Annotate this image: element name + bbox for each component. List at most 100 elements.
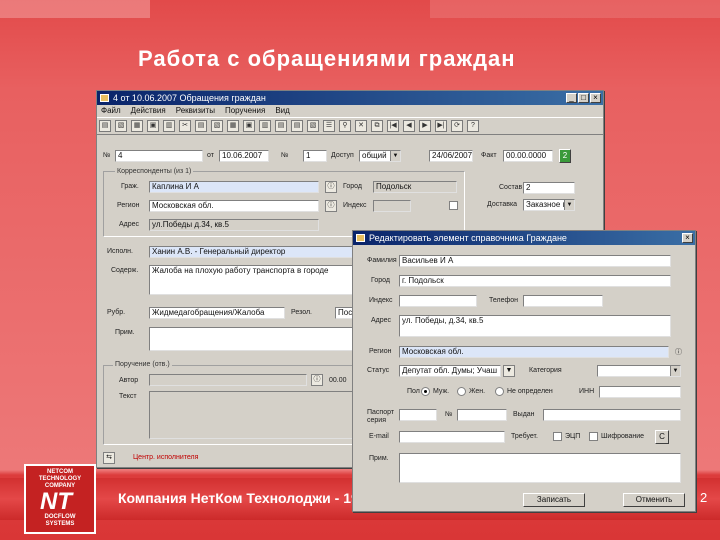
city-field[interactable]: Подольск (373, 181, 457, 193)
emp-field[interactable]: 1 (303, 150, 327, 162)
access-select[interactable]: общий ▼ (359, 150, 401, 162)
cut-icon[interactable]: ✂ (179, 120, 191, 132)
cancel-button[interactable]: Отменить (623, 493, 685, 507)
logo-top-text: NETCOM TECHNOLOGY COMPANY (38, 469, 82, 489)
dlg-category-select[interactable]: ▼ (597, 365, 681, 377)
slide-title: Работа с обращениями граждан (138, 46, 516, 71)
num-field[interactable]: 4 (115, 150, 203, 162)
print-icon[interactable]: ▦ (227, 120, 239, 132)
menu-file[interactable]: Файл (101, 106, 121, 115)
chevron-down-icon[interactable]: ▼ (564, 200, 574, 210)
chevron-down-icon[interactable]: ▼ (670, 366, 680, 376)
male-radio[interactable] (421, 387, 430, 396)
new-icon[interactable]: ▤ (99, 120, 111, 132)
attach-icon[interactable]: ▧ (211, 120, 223, 132)
dlg-note-field[interactable] (399, 453, 681, 483)
author-field[interactable] (149, 374, 307, 386)
card-icon[interactable]: ▤ (291, 120, 303, 132)
date2-field[interactable]: 24/06/2007 (429, 150, 473, 162)
chevron-down-icon[interactable]: ▼ (390, 151, 400, 161)
dlg-issued-field[interactable] (543, 409, 681, 421)
dlg-region-field[interactable]: Московская обл. (399, 346, 669, 358)
last-icon[interactable]: ▶| (435, 120, 447, 132)
dlg-index-field[interactable] (399, 295, 477, 307)
close-button[interactable]: × (590, 93, 601, 103)
info-icon[interactable]: ⓘ (325, 200, 337, 212)
dlg-surname-field[interactable]: Васильев И А (399, 255, 671, 267)
res-label: Резол. (291, 309, 312, 316)
dlg-city-field[interactable]: г. Подольск (399, 275, 671, 287)
preview-icon[interactable]: ▣ (243, 120, 255, 132)
info-icon[interactable]: ⓘ (311, 374, 323, 386)
menu-actions[interactable]: Действия (131, 106, 166, 115)
dlg-passport-series[interactable] (399, 409, 437, 421)
maximize-button[interactable]: □ (578, 93, 589, 103)
status-icon[interactable]: ⇆ (103, 452, 115, 464)
next-icon[interactable]: ▶ (419, 120, 431, 132)
encrypt-checkbox[interactable] (589, 432, 598, 441)
paste-icon[interactable]: ▣ (147, 120, 159, 132)
undef-radio[interactable] (495, 387, 504, 396)
state-field[interactable]: 2 (523, 182, 575, 194)
answer-group-label: Поручение (отв.) (113, 361, 172, 368)
res-field[interactable]: Пост (335, 307, 353, 319)
exec-field[interactable]: Ханин А.В. - Генеральный директор (149, 246, 353, 258)
save-icon[interactable]: ▥ (163, 120, 175, 132)
rubric-field[interactable]: Жидмедагобращения/Жалоба (149, 307, 285, 319)
main-title: 4 от 10.06.2007 Обращения граждан (113, 93, 266, 103)
state-label: Состав (499, 184, 523, 191)
deliver-select[interactable]: Заказное п ▼ (523, 199, 575, 211)
checkbox[interactable] (449, 201, 458, 210)
prev-icon[interactable]: ◀ (403, 120, 415, 132)
region-field[interactable]: Московская обл. (149, 200, 319, 212)
dlg-inn-label: ИНН (579, 388, 595, 395)
dlg-category-label: Категория (529, 367, 562, 374)
main-titlebar[interactable]: 4 от 10.06.2007 Обращения граждан _ □ × (97, 91, 603, 105)
menu-props[interactable]: Реквизиты (176, 106, 215, 115)
female-radio[interactable] (457, 387, 466, 396)
dlg-inn-field[interactable] (599, 386, 681, 398)
info-icon[interactable]: ⓘ (325, 181, 337, 193)
fact-field[interactable]: 00.00.0000 (503, 150, 553, 162)
region-picker-icon[interactable]: ⓘ (675, 347, 682, 357)
window-icon[interactable]: ⧉ (371, 120, 383, 132)
date-field[interactable]: 10.06.2007 (219, 150, 269, 162)
author-label: Автор (119, 377, 139, 384)
close-button[interactable]: × (682, 233, 693, 243)
doc-icon[interactable]: ▤ (195, 120, 207, 132)
search-icon[interactable]: ⚲ (339, 120, 351, 132)
copy-icon[interactable]: ▦ (131, 120, 143, 132)
dlg-passport-num[interactable] (457, 409, 507, 421)
list-icon[interactable]: ☰ (323, 120, 335, 132)
note-field[interactable] (149, 327, 353, 351)
dlg-status-field[interactable]: Депутат обл. Думы; Учаш (399, 365, 501, 377)
ecp-checkbox[interactable] (553, 432, 562, 441)
count-badge[interactable]: 2 (559, 149, 571, 163)
dialog-icon (356, 234, 365, 242)
refresh-icon[interactable]: ⟳ (451, 120, 463, 132)
dlg-pnum-label: № (445, 411, 453, 418)
dlg-address-field[interactable]: ул. Победы, д.34, кв.5 (399, 315, 671, 337)
dialog-titlebar[interactable]: Редактировать элемент справочника Гражда… (353, 231, 695, 245)
first-icon[interactable]: |◀ (387, 120, 399, 132)
help-icon[interactable]: ? (467, 120, 479, 132)
c-button[interactable]: С (655, 430, 669, 444)
address-field[interactable]: ул.Победы д.34, кв.5 (149, 219, 319, 231)
note-icon[interactable]: ▧ (307, 120, 319, 132)
menu-tasks[interactable]: Поручения (225, 106, 265, 115)
dlg-phone-field[interactable] (523, 295, 603, 307)
index-field[interactable] (373, 200, 411, 212)
status-text: Центр. исполнителя (133, 454, 199, 461)
surname-field[interactable]: Каплина И А (149, 181, 319, 193)
content-field[interactable]: Жалоба на плохую работу транспорта в гор… (149, 265, 353, 295)
minimize-button[interactable]: _ (566, 93, 577, 103)
folder-icon[interactable]: ▤ (275, 120, 287, 132)
status-picker-icon[interactable]: ▼ (503, 365, 515, 377)
save-button[interactable]: Записать (523, 493, 585, 507)
text-field[interactable] (149, 391, 353, 439)
mail-icon[interactable]: ▥ (259, 120, 271, 132)
dlg-email-field[interactable] (399, 431, 505, 443)
open-icon[interactable]: ▧ (115, 120, 127, 132)
delete-icon[interactable]: ✕ (355, 120, 367, 132)
menu-view[interactable]: Вид (275, 106, 289, 115)
